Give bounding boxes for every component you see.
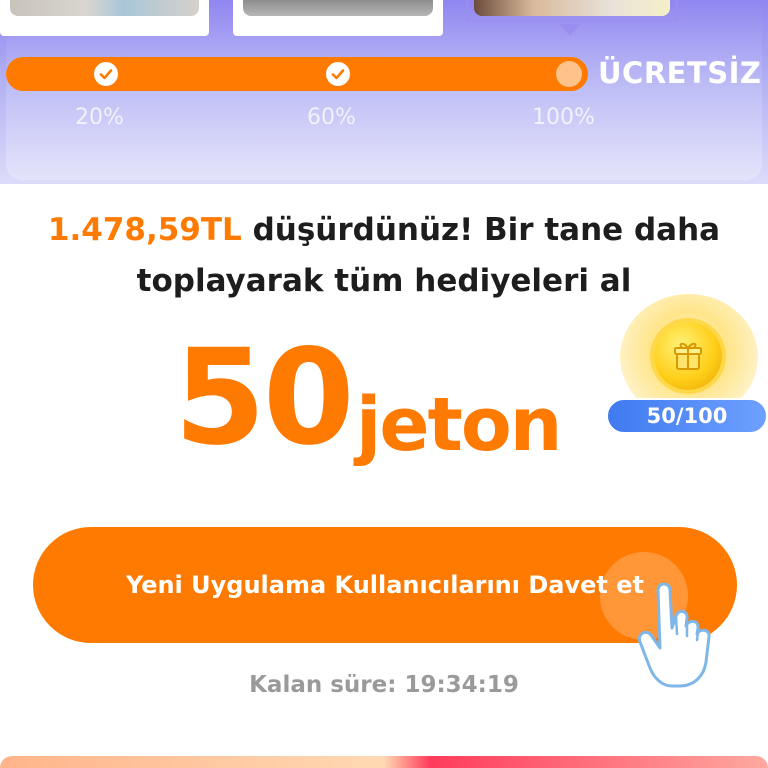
product-card-3-selected[interactable] [466,0,678,22]
milestone-label: 20% [75,105,124,130]
free-label: ÜCRETSİZ [598,56,762,90]
progress-panel: ÜCRETSİZ 20% 60% 100% [0,0,768,184]
product-card-1[interactable] [0,0,209,36]
reward-unit: jeton [356,382,562,468]
remaining-time: Kalan süre: 19:34:19 [249,672,519,698]
product-thumbnail [243,0,433,16]
milestone-label: 60% [307,105,356,130]
message-line-1: 1.478,59TL düşürdünüz! Bir tane daha [0,205,768,256]
progress-bar [6,57,588,91]
product-thumbnail [10,0,199,16]
check-icon [94,62,118,86]
progress-end-dot [556,61,582,87]
bottom-banner-edge[interactable] [0,756,768,768]
gift-coin-icon [654,322,722,390]
saved-amount: 1.478,59TL [47,212,242,248]
milestone-label: 100% [532,105,595,130]
reward-amount: 50 [174,321,355,475]
message-line-1-text: düşürdünüz! Bir tane daha [241,212,721,248]
coin-progress[interactable]: 50/100 [606,294,768,438]
progress-message: 1.478,59TL düşürdünüz! Bir tane daha top… [0,205,768,307]
product-thumbnail [474,0,670,16]
product-card-2[interactable] [233,0,443,36]
check-icon [326,62,350,86]
coin-counter: 50/100 [606,398,768,434]
